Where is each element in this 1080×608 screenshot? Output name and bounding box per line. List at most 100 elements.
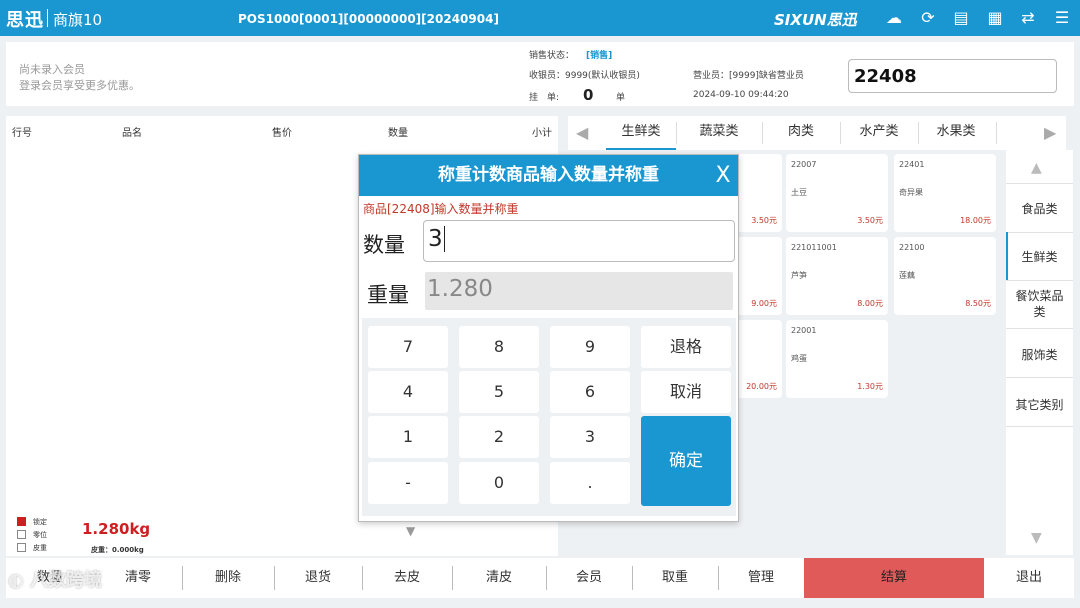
goods-code: 221011001 — [791, 243, 837, 252]
pos-info: POS1000[0001][00000000][20240904] — [238, 12, 499, 26]
quantity-input[interactable]: 3 — [423, 220, 735, 262]
product-name: 商旗10 — [53, 11, 103, 29]
goods-card[interactable]: 22100 莲藕 8.50元 — [894, 237, 996, 315]
status-label: 零位 — [33, 531, 47, 539]
goods-card[interactable]: 221011001 芦笋 8.00元 — [786, 237, 888, 315]
tab-seafood[interactable]: 水产类 — [840, 116, 918, 150]
close-button[interactable]: X — [709, 155, 737, 196]
key-6[interactable]: 6 — [550, 371, 630, 413]
clear-tare-button[interactable]: 清皮 — [452, 558, 546, 598]
goods-name: 芦笋 — [791, 271, 807, 280]
sync-icon[interactable]: ⟳ — [919, 9, 937, 27]
member-status[interactable]: 尚未录入会员 — [19, 61, 85, 77]
column-header: 数量 — [388, 128, 408, 139]
exchange-icon[interactable]: ⇄ — [1019, 9, 1037, 27]
key-1[interactable]: 1 — [368, 416, 448, 458]
quantity-value: 3 — [428, 226, 443, 252]
key-0[interactable]: 0 — [459, 462, 539, 504]
side-cat-dining[interactable]: 餐饮菜品类 — [1006, 288, 1073, 320]
watermark-text: 八数跨境 — [30, 570, 102, 591]
goods-price: 9.00元 — [751, 299, 777, 308]
scroll-down-icon[interactable]: ▼ — [1031, 530, 1042, 546]
tab-fresh[interactable]: 生鲜类 — [606, 116, 676, 150]
scroll-up-icon[interactable]: ▲ — [1031, 160, 1042, 176]
column-header: 行号 — [12, 128, 32, 139]
return-button[interactable]: 退货 — [274, 558, 362, 598]
tab-vegetables[interactable]: 蔬菜类 — [676, 116, 762, 150]
sale-status-label: 销售状态： — [529, 51, 575, 61]
dialog-message: 商品[22408]输入数量并称重 — [363, 202, 519, 216]
goods-price: 1.30元 — [857, 382, 883, 391]
tab-divider — [996, 122, 997, 144]
scroll-down-icon[interactable]: ▼ — [406, 524, 415, 538]
clear-button[interactable]: 清零 — [94, 558, 182, 598]
confirm-key[interactable]: 确定 — [641, 416, 731, 506]
side-cat-food[interactable]: 食品类 — [1006, 200, 1073, 217]
divider — [1006, 328, 1073, 329]
side-cat-apparel[interactable]: 服饰类 — [1006, 346, 1073, 363]
goods-name: 莲藕 — [899, 271, 915, 280]
goods-price: 3.50元 — [857, 216, 883, 225]
status-label: 锁定 — [33, 518, 47, 526]
logo-divider — [47, 9, 48, 27]
document-icon[interactable]: ▤ — [952, 9, 970, 27]
datetime: 2024-09-10 09:44:20 — [693, 90, 789, 100]
delete-button[interactable]: 删除 — [182, 558, 274, 598]
goods-card[interactable]: 22007 土豆 3.50元 — [786, 154, 888, 232]
goods-code: 22001 — [791, 326, 817, 335]
next-arrow-icon[interactable]: ▶ — [1044, 123, 1056, 142]
category-tabs: ◀ 生鲜类 蔬菜类 肉类 水产类 水果类 ▶ — [568, 116, 1066, 150]
side-cat-other[interactable]: 其它类别 — [1006, 396, 1073, 413]
column-header: 售价 — [272, 128, 292, 139]
goods-price: 8.00元 — [857, 299, 883, 308]
column-header: 小计 — [532, 128, 552, 139]
divider — [1006, 232, 1073, 233]
app-logo: 思迅 — [6, 10, 44, 31]
goods-name: 奇异果 — [899, 188, 923, 197]
product-code-input[interactable]: 22408 — [848, 59, 1057, 93]
key-8[interactable]: 8 — [459, 326, 539, 368]
grid-icon[interactable]: ▦ — [986, 9, 1004, 27]
tare-button[interactable]: 去皮 — [362, 558, 452, 598]
menu-icon[interactable]: ☰ — [1053, 9, 1071, 27]
checkout-button[interactable]: 结算 — [804, 558, 984, 598]
dialog-title: 称重计数商品输入数量并称重 — [359, 155, 738, 196]
goods-code: 22007 — [791, 160, 817, 169]
prev-arrow-icon[interactable]: ◀ — [576, 123, 588, 142]
member-button[interactable]: 会员 — [546, 558, 632, 598]
tab-fruit[interactable]: 水果类 — [918, 116, 994, 150]
watermark: ◐ 八数跨境 — [8, 566, 102, 592]
weight-label: 重量 — [367, 283, 409, 307]
zero-indicator — [17, 530, 26, 539]
goods-code: 22401 — [899, 160, 925, 169]
backspace-key[interactable]: 退格 — [641, 326, 731, 368]
cashier-info: 收银员：9999(默认收银员) — [529, 71, 640, 81]
brand-logo: SIXUN思迅 — [774, 11, 857, 29]
get-weight-button[interactable]: 取重 — [632, 558, 718, 598]
cancel-key[interactable]: 取消 — [641, 371, 731, 413]
key-7[interactable]: 7 — [368, 326, 448, 368]
cloud-icon[interactable]: ☁ — [885, 9, 903, 27]
key-4[interactable]: 4 — [368, 371, 448, 413]
goods-price: 8.50元 — [965, 299, 991, 308]
key-minus[interactable]: - — [368, 462, 448, 504]
manage-button[interactable]: 管理 — [718, 558, 804, 598]
key-9[interactable]: 9 — [550, 326, 630, 368]
exit-button[interactable]: 退出 — [984, 558, 1074, 598]
key-dot[interactable]: . — [550, 462, 630, 504]
goods-card[interactable]: 22001 鸡蛋 1.30元 — [786, 320, 888, 398]
key-3[interactable]: 3 — [550, 416, 630, 458]
hold-label: 挂 单: — [529, 93, 560, 103]
watermark-logo-icon: ◐ — [8, 570, 24, 591]
goods-code: 22100 — [899, 243, 925, 252]
goods-name: 鸡蛋 — [791, 354, 807, 363]
tab-meat[interactable]: 肉类 — [762, 116, 840, 150]
side-cat-fresh[interactable]: 生鲜类 — [1006, 248, 1073, 265]
key-5[interactable]: 5 — [459, 371, 539, 413]
tare-reading: 皮重：0.000kg — [91, 546, 144, 554]
key-2[interactable]: 2 — [459, 416, 539, 458]
goods-card[interactable]: 22401 奇异果 18.00元 — [894, 154, 996, 232]
member-hint: 登录会员享受更多优惠。 — [19, 79, 140, 92]
goods-price: 20.00元 — [746, 382, 777, 391]
info-header: 尚未录入会员 登录会员享受更多优惠。 销售状态： [销售] 收银员：9999(默… — [6, 42, 1074, 106]
